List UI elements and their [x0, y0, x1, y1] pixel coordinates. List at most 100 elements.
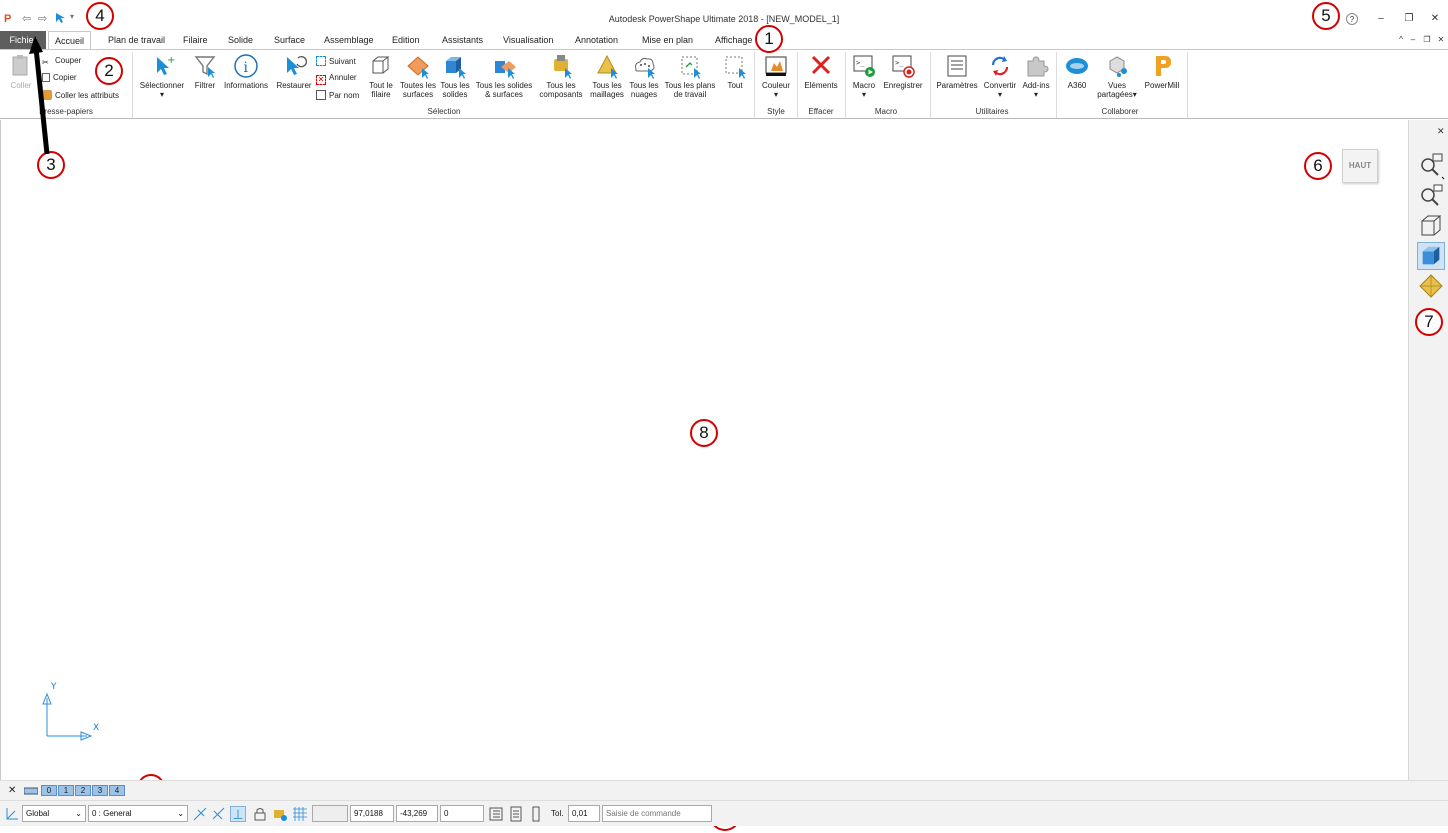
- info-icon: i: [234, 54, 258, 78]
- view-cube-top[interactable]: HAUT: [1342, 149, 1378, 183]
- mesh-view-icon[interactable]: [1417, 272, 1445, 300]
- tab-edition[interactable]: Edition: [386, 31, 426, 49]
- level-select[interactable]: 0 : General ⌄: [88, 805, 188, 822]
- select-all-solids-surfaces-button[interactable]: Tous les solides & surfaces: [472, 53, 536, 99]
- tab-plan-de-travail[interactable]: Plan de travail: [102, 31, 171, 49]
- ruler-icon[interactable]: [528, 806, 544, 822]
- grid-icon[interactable]: [292, 806, 308, 822]
- dropdown-arrow-icon: ▾: [773, 90, 778, 99]
- select-arrow-icon: +: [157, 55, 175, 75]
- tab-visualisation[interactable]: Visualisation: [497, 31, 559, 49]
- zoom-window-icon[interactable]: [1417, 182, 1445, 210]
- tolerance-field[interactable]: 0,01: [568, 805, 600, 822]
- shaded-view-icon[interactable]: [1417, 242, 1445, 270]
- tab-solide[interactable]: Solide: [222, 31, 259, 49]
- dropdown-arrow-icon: ▾: [861, 90, 866, 99]
- group-label-macro: Macro: [874, 107, 898, 116]
- annotation-arrow: [29, 36, 50, 155]
- filter-button[interactable]: Filtrer: [190, 53, 220, 90]
- component-assembly-icon: [554, 55, 572, 79]
- doc-minimize-button[interactable]: –: [1406, 33, 1420, 47]
- snap-grid-active-icon[interactable]: [230, 806, 246, 822]
- select-all-wireframe-button[interactable]: Tout le filaire: [364, 53, 398, 99]
- ribbon-panel: Coller ✂ Couper Copier Coller les attribu…: [0, 49, 1448, 119]
- select-all-clouds-button[interactable]: Tous les nuages: [626, 53, 662, 99]
- workplane-axis-icon[interactable]: [4, 806, 20, 822]
- coordinate-system-select[interactable]: Global ⌄: [22, 805, 86, 822]
- y-axis-label: Y: [50, 682, 57, 692]
- axis-triad-icon: Y X: [42, 682, 99, 741]
- select-all-button[interactable]: Tout: [720, 53, 750, 90]
- powermill-logo-icon: [1156, 56, 1171, 76]
- select-button[interactable]: + Sélectionner ▾: [136, 53, 188, 99]
- convert-button[interactable]: Convertir ▾: [980, 53, 1020, 99]
- doc-close-button[interactable]: ✕: [1434, 33, 1448, 47]
- select-all-dashed-icon: [725, 56, 746, 79]
- dropdown-arrow-icon: ▾: [997, 90, 1002, 99]
- graphics-viewport[interactable]: Y X: [0, 120, 1408, 780]
- record-macro-button[interactable]: >_ Enregistrer: [880, 53, 926, 90]
- tab-mise-en-plan[interactable]: Mise en plan: [636, 31, 699, 49]
- panel-close-icon[interactable]: ✕: [1437, 126, 1445, 137]
- doc-restore-button[interactable]: ❐: [1420, 33, 1434, 47]
- z-coordinate-field[interactable]: 0: [440, 805, 484, 822]
- select-all-workplanes-button[interactable]: Tous les plans de travail: [662, 53, 718, 99]
- select-all-surfaces-button[interactable]: Toutes les surfaces: [398, 53, 438, 99]
- restore-button[interactable]: ❐: [1402, 12, 1416, 26]
- informations-button[interactable]: i Informations: [220, 53, 272, 90]
- layer-1[interactable]: 1: [58, 785, 74, 796]
- macro-button[interactable]: >_ Macro ▾: [848, 53, 880, 99]
- cancel-selection-button[interactable]: ✕ Annuler: [316, 73, 357, 85]
- by-name-button[interactable]: Par nom: [316, 90, 359, 100]
- filter-funnel-icon: [194, 56, 216, 78]
- tab-annotation[interactable]: Annotation: [569, 31, 624, 49]
- y-coordinate-field[interactable]: -43,269: [396, 805, 438, 822]
- layer-stack-icon[interactable]: [24, 786, 38, 796]
- a360-button[interactable]: A360: [1060, 53, 1094, 90]
- next-button[interactable]: Suivant: [316, 56, 356, 66]
- addins-button[interactable]: Add-ins ▾: [1020, 53, 1052, 99]
- select-all-meshes-button[interactable]: Tous les maillages: [588, 53, 626, 99]
- group-separator: [1187, 52, 1188, 118]
- title-bar: P ⇦ ⇨ ▾ Autodesk PowerShape Ultimate 201…: [0, 0, 1448, 32]
- snap-cursor-icon[interactable]: [211, 806, 227, 822]
- tab-surface[interactable]: Surface: [268, 31, 311, 49]
- svg-text:>_: >_: [856, 59, 865, 67]
- parameters-button[interactable]: Paramètres: [934, 53, 980, 90]
- zoom-extents-icon[interactable]: [1417, 152, 1445, 180]
- select-all-components-button[interactable]: Tous les composants: [536, 53, 586, 99]
- layer-0[interactable]: 0: [41, 785, 57, 796]
- color-button[interactable]: Couleur ▾: [758, 53, 794, 99]
- wireframe-view-icon[interactable]: [1417, 212, 1445, 240]
- erase-elements-button[interactable]: Eléments: [800, 53, 842, 90]
- shared-views-button[interactable]: Vues partagées▾: [1094, 53, 1140, 99]
- solid-cube-icon: [446, 57, 466, 79]
- layer-2[interactable]: 2: [75, 785, 91, 796]
- layer-bar-close-icon[interactable]: ✕: [8, 785, 16, 796]
- layer-4[interactable]: 4: [109, 785, 125, 796]
- paint-settings-icon[interactable]: [272, 806, 288, 822]
- select-all-solids-button[interactable]: Tous les solides: [438, 53, 472, 99]
- snap-intelligent-cursor-icon[interactable]: [192, 806, 208, 822]
- command-input[interactable]: [602, 805, 712, 822]
- restore-selection-button[interactable]: Restaurer: [274, 53, 314, 90]
- group-separator: [1056, 52, 1057, 118]
- help-icon[interactable]: ?: [1346, 13, 1358, 25]
- tab-affichage[interactable]: Affichage: [709, 31, 758, 49]
- callout-1: 1: [755, 25, 783, 53]
- lock-icon[interactable]: [252, 806, 268, 822]
- minimize-button[interactable]: –: [1374, 12, 1388, 26]
- layer-3[interactable]: 3: [92, 785, 108, 796]
- tolerance-label: Tol.: [551, 809, 564, 818]
- tab-assemblage[interactable]: Assemblage: [318, 31, 380, 49]
- tab-filaire[interactable]: Filaire: [177, 31, 214, 49]
- calculator-icon[interactable]: [508, 806, 524, 822]
- list-view-icon[interactable]: [488, 806, 504, 822]
- group-label-erase: Effacer: [808, 107, 834, 116]
- callout-5: 5: [1312, 2, 1340, 30]
- close-button[interactable]: ✕: [1428, 12, 1442, 26]
- powermill-button[interactable]: PowerMill: [1140, 53, 1184, 90]
- solid-surface-icon: [495, 61, 516, 79]
- x-coordinate-field[interactable]: 97,0188: [350, 805, 394, 822]
- tab-assistants[interactable]: Assistants: [436, 31, 489, 49]
